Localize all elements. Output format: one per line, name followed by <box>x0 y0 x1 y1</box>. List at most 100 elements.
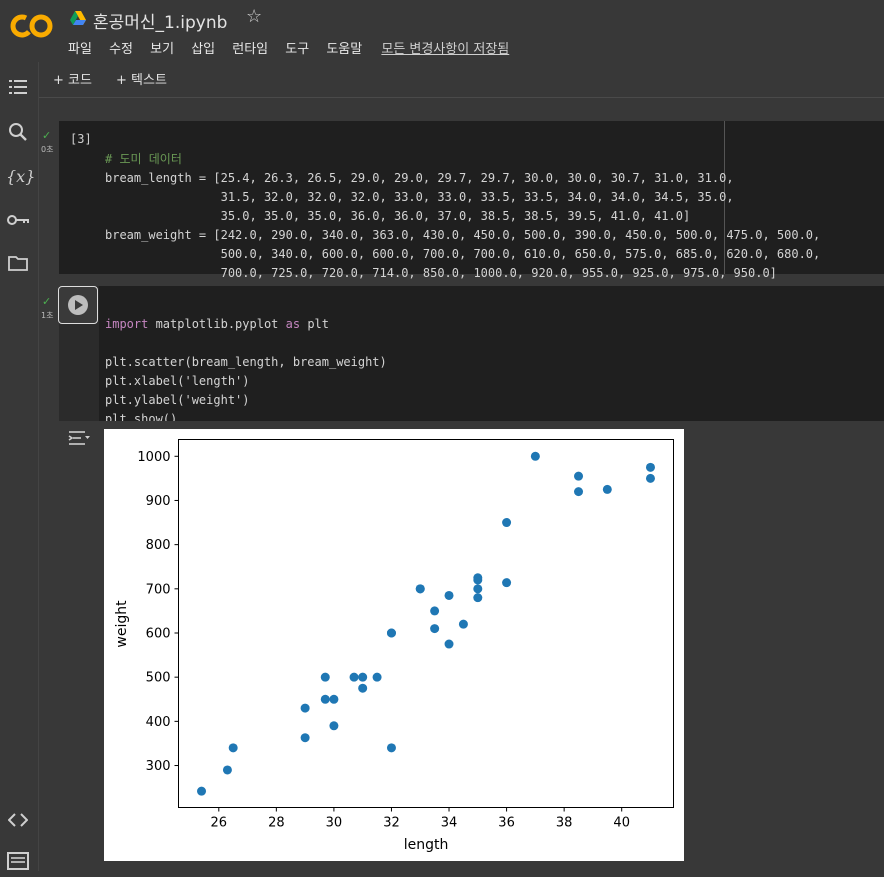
scatter-point <box>473 575 483 585</box>
terminal-icon[interactable] <box>6 852 30 876</box>
exec-time: 0초 <box>41 145 54 154</box>
menu-edit[interactable]: 수정 <box>109 42 133 57</box>
cell-toolbar: + 코드 + 텍스트 <box>39 62 884 98</box>
notebook-title[interactable]: 혼공머신_1.ipynb <box>93 8 227 33</box>
add-text-label: 텍스트 <box>131 73 167 88</box>
scatter-point <box>430 606 440 616</box>
output-actions-icon[interactable] <box>67 428 91 448</box>
scatter-point <box>197 786 207 796</box>
scatter-point <box>386 743 396 753</box>
y-tick-label: 700 <box>146 582 171 597</box>
y-tick-label: 900 <box>146 494 171 509</box>
scatter-point <box>358 683 368 693</box>
y-tick-label: 600 <box>146 626 171 641</box>
y-tick-label: 800 <box>146 538 171 553</box>
add-text-button[interactable]: + 텍스트 <box>116 69 167 88</box>
x-tick-label: 34 <box>441 816 458 831</box>
y-axis-label: weight <box>114 600 130 648</box>
scatter-point <box>645 462 655 472</box>
run-cell-button[interactable] <box>58 286 98 324</box>
scatter-point <box>458 619 468 629</box>
scatter-point <box>300 733 310 743</box>
scatter-point <box>329 721 339 731</box>
code-snippets-icon[interactable] <box>6 810 30 834</box>
x-tick-label: 30 <box>326 816 343 831</box>
menu-runtime[interactable]: 런타임 <box>232 42 268 57</box>
x-tick-label: 32 <box>383 816 400 831</box>
variables-icon[interactable]: {x} <box>6 165 35 189</box>
plot-frame <box>178 439 674 808</box>
plus-icon: + <box>53 73 64 88</box>
code-line: import matplotlib.pyplot as plt <box>105 317 329 331</box>
add-code-button[interactable]: + 코드 <box>53 69 92 88</box>
x-tick-label: 40 <box>613 816 630 831</box>
code-line: plt.xlabel('length') <box>105 374 250 388</box>
code-line: plt.ylabel('weight') <box>105 393 250 407</box>
scatter-plot: 26 28 30 32 34 36 38 40 300 400 500 600 700 800 900 10… <box>104 429 684 861</box>
y-tick-label: 500 <box>146 671 171 686</box>
code-line: ​ <box>105 334 387 353</box>
scatter-point <box>320 694 330 704</box>
exec-time: 1초 <box>41 311 54 320</box>
x-axis-label: length <box>404 837 449 853</box>
scatter-point <box>574 487 584 497</box>
menu-insert[interactable]: 삽입 <box>191 42 215 57</box>
code-editor[interactable]: # 도미 데이터 bream_length = [25.4, 26.3, 26.5… <box>105 131 820 302</box>
code-line: 500.0, 340.0, 600.0, 600.0, 700.0, 700.0… <box>105 247 821 261</box>
scatter-point <box>530 451 540 461</box>
colab-logo[interactable] <box>10 10 54 42</box>
scatter-point <box>430 624 440 634</box>
x-tick-label: 26 <box>211 816 228 831</box>
code-keyword: as <box>285 317 301 331</box>
menu-view[interactable]: 보기 <box>150 42 174 57</box>
star-icon[interactable]: ☆ <box>246 6 262 27</box>
success-check-icon: ✓ <box>42 295 52 308</box>
add-code-label: 코드 <box>68 73 92 88</box>
scatter-point <box>349 672 359 682</box>
scatter-point <box>415 584 425 594</box>
search-icon[interactable] <box>6 122 30 146</box>
table-of-contents-icon[interactable] <box>6 78 30 102</box>
left-sidebar: {x} <box>0 62 39 871</box>
menu-tools[interactable]: 도구 <box>285 42 309 57</box>
scatter-point <box>372 672 382 682</box>
scatter-point <box>602 484 612 494</box>
scatter-point <box>444 590 454 600</box>
code-line: plt.scatter(bream_length, bream_weight) <box>105 355 387 369</box>
scatter-point <box>228 743 238 753</box>
menu-bar: 파일 수정 보기 삽입 런타임 도구 도움말 모든 변경사항이 저장됨 <box>68 38 522 57</box>
scatter-point <box>645 473 655 483</box>
scatter-point <box>444 639 454 649</box>
code-line: bream_length = [25.4, 26.3, 26.5, 29.0, … <box>105 171 734 185</box>
code-keyword: import <box>105 317 149 331</box>
scatter-point <box>473 584 483 594</box>
play-icon <box>68 295 88 315</box>
scatter-point <box>386 628 396 638</box>
menu-help[interactable]: 도움말 <box>326 42 362 57</box>
x-tick-label: 38 <box>556 816 573 831</box>
code-line: 31.5, 32.0, 32.0, 32.0, 33.0, 33.0, 33.5… <box>105 190 734 204</box>
code-line: bream_weight = [242.0, 290.0, 340.0, 363… <box>105 228 821 242</box>
scatter-point <box>329 694 339 704</box>
scatter-point <box>574 471 584 481</box>
menu-file[interactable]: 파일 <box>68 42 92 57</box>
header: 혼공머신_1.ipynb ☆ 파일 수정 보기 삽입 런타임 도구 도움말 모든… <box>0 0 884 62</box>
scatter-point <box>502 518 512 528</box>
success-check-icon: ✓ <box>42 129 52 142</box>
google-drive-icon[interactable] <box>70 11 86 25</box>
folder-icon[interactable] <box>6 254 30 278</box>
code-line: 35.0, 35.0, 35.0, 36.0, 36.0, 37.0, 38.5… <box>105 209 691 223</box>
saved-status[interactable]: 모든 변경사항이 저장됨 <box>381 42 509 57</box>
x-tick-label: 36 <box>498 816 515 831</box>
y-tick-label: 300 <box>146 759 171 774</box>
x-tick-label: 28 <box>268 816 285 831</box>
y-tick-label: 400 <box>146 715 171 730</box>
scatter-point <box>473 593 483 603</box>
scatter-point <box>320 672 330 682</box>
exec-count: [3] <box>70 132 92 146</box>
plus-icon: + <box>116 73 127 88</box>
scatter-point <box>358 672 368 682</box>
code-line: 700.0, 725.0, 720.0, 714.0, 850.0, 1000.… <box>105 266 777 280</box>
scatter-point <box>222 765 232 775</box>
key-icon[interactable] <box>6 210 30 234</box>
